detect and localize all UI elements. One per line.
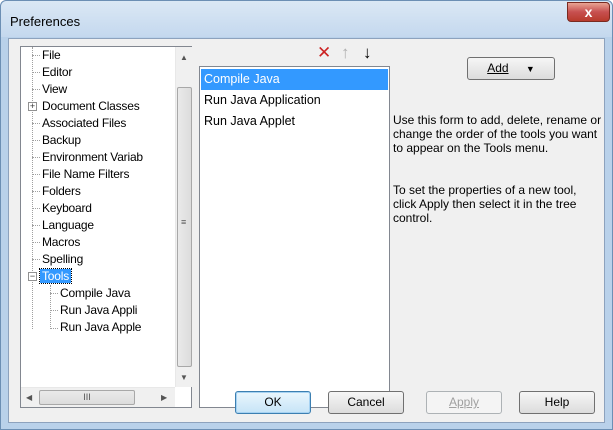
tree-item-view[interactable]: View [42, 81, 67, 98]
close-button[interactable]: x [567, 2, 610, 22]
tree-connector [32, 225, 40, 226]
tree-connector [32, 140, 40, 141]
tree-item-macros[interactable]: Macros [42, 234, 80, 251]
delete-icon[interactable]: ✕ [317, 43, 331, 63]
scroll-up-arrow-icon[interactable]: ▲ [180, 53, 188, 62]
tree-connector [32, 123, 40, 124]
add-button[interactable]: Add ▼ [467, 57, 555, 80]
tree-item-file-name-filters[interactable]: File Name Filters [42, 166, 129, 183]
tree-connector [32, 55, 40, 56]
help-button[interactable]: Help [519, 391, 595, 414]
apply-button[interactable]: Apply [426, 391, 502, 414]
vertical-scroll-thumb[interactable] [177, 87, 192, 367]
dialog-client-area: File Editor View + Document Classes Asso… [8, 38, 605, 423]
tree-connector [50, 285, 51, 329]
move-up-icon[interactable]: ↑ [341, 43, 350, 63]
tree-item-compile-java[interactable]: Compile Java [60, 285, 131, 302]
tree-item-tools[interactable]: Tools [38, 268, 73, 285]
collapse-minus-icon[interactable]: − [28, 272, 37, 281]
tree-item-folders[interactable]: Folders [42, 183, 81, 200]
apply-button-label: Apply [448, 395, 480, 409]
tools-list-toolbar: ✕ ↑ ↓ [199, 43, 389, 65]
tree-connector [32, 259, 40, 260]
tree-connector [50, 310, 58, 311]
tree-connector [32, 157, 40, 158]
tree-item-file[interactable]: File [42, 47, 61, 64]
tree-connector [32, 242, 40, 243]
tree-vertical-scrollbar[interactable]: ▲ ≡ ▼ [175, 47, 192, 387]
tree-item-editor[interactable]: Editor [42, 64, 72, 81]
tree-content: File Editor View + Document Classes Asso… [21, 47, 175, 387]
scroll-right-arrow-icon[interactable]: ▶ [161, 393, 167, 402]
move-down-icon[interactable]: ↓ [363, 43, 372, 63]
scroll-down-arrow-icon[interactable]: ▼ [180, 373, 188, 382]
tools-list[interactable]: Compile Java Run Java Application Run Ja… [199, 66, 390, 408]
list-item[interactable]: Run Java Applet [201, 111, 388, 132]
preferences-tree[interactable]: File Editor View + Document Classes Asso… [20, 46, 192, 408]
tree-item-run-java-application[interactable]: Run Java Appli [60, 302, 137, 319]
tree-item-keyboard[interactable]: Keyboard [42, 200, 92, 217]
scroll-grip-icon: III [83, 392, 91, 402]
tree-connector [32, 208, 40, 209]
tree-connector [32, 191, 40, 192]
preferences-window: Preferences x File Editor View + Documen… [0, 0, 613, 430]
tree-item-run-java-applet[interactable]: Run Java Apple [60, 319, 141, 336]
scroll-left-arrow-icon[interactable]: ◀ [26, 393, 32, 402]
tree-connector [50, 328, 58, 329]
horizontal-scroll-thumb[interactable]: III [39, 390, 135, 405]
window-title: Preferences [10, 14, 81, 29]
list-item[interactable]: Run Java Application [201, 90, 388, 111]
help-text-paragraph-2: To set the properties of a new tool, cli… [393, 183, 577, 225]
tree-item-document-classes[interactable]: Document Classes [42, 98, 140, 115]
scroll-grip-icon: ≡ [181, 217, 187, 227]
ok-button[interactable]: OK [235, 391, 311, 414]
dropdown-arrow-icon: ▼ [525, 64, 535, 74]
list-item[interactable]: Compile Java [201, 69, 388, 90]
tree-item-associated-files[interactable]: Associated Files [42, 115, 126, 132]
tree-item-spelling[interactable]: Spelling [42, 251, 83, 268]
add-button-label: Add [487, 61, 509, 75]
tree-connector [32, 174, 40, 175]
tree-item-backup[interactable]: Backup [42, 132, 81, 149]
close-icon: x [584, 4, 593, 20]
tree-connector [50, 293, 58, 294]
tree-connector [32, 89, 40, 90]
title-bar[interactable]: Preferences x [1, 1, 612, 37]
help-text-paragraph-1: Use this form to add, delete, rename or … [393, 113, 602, 155]
tree-horizontal-scrollbar[interactable]: ◀ III ▶ [21, 387, 175, 407]
cancel-button[interactable]: Cancel [328, 391, 404, 414]
tree-connector [32, 72, 40, 73]
tree-item-tools-label: Tools [38, 268, 73, 284]
tree-item-environment-variables[interactable]: Environment Variab [42, 149, 143, 166]
tree-item-language[interactable]: Language [42, 217, 94, 234]
expand-plus-icon[interactable]: + [28, 102, 37, 111]
